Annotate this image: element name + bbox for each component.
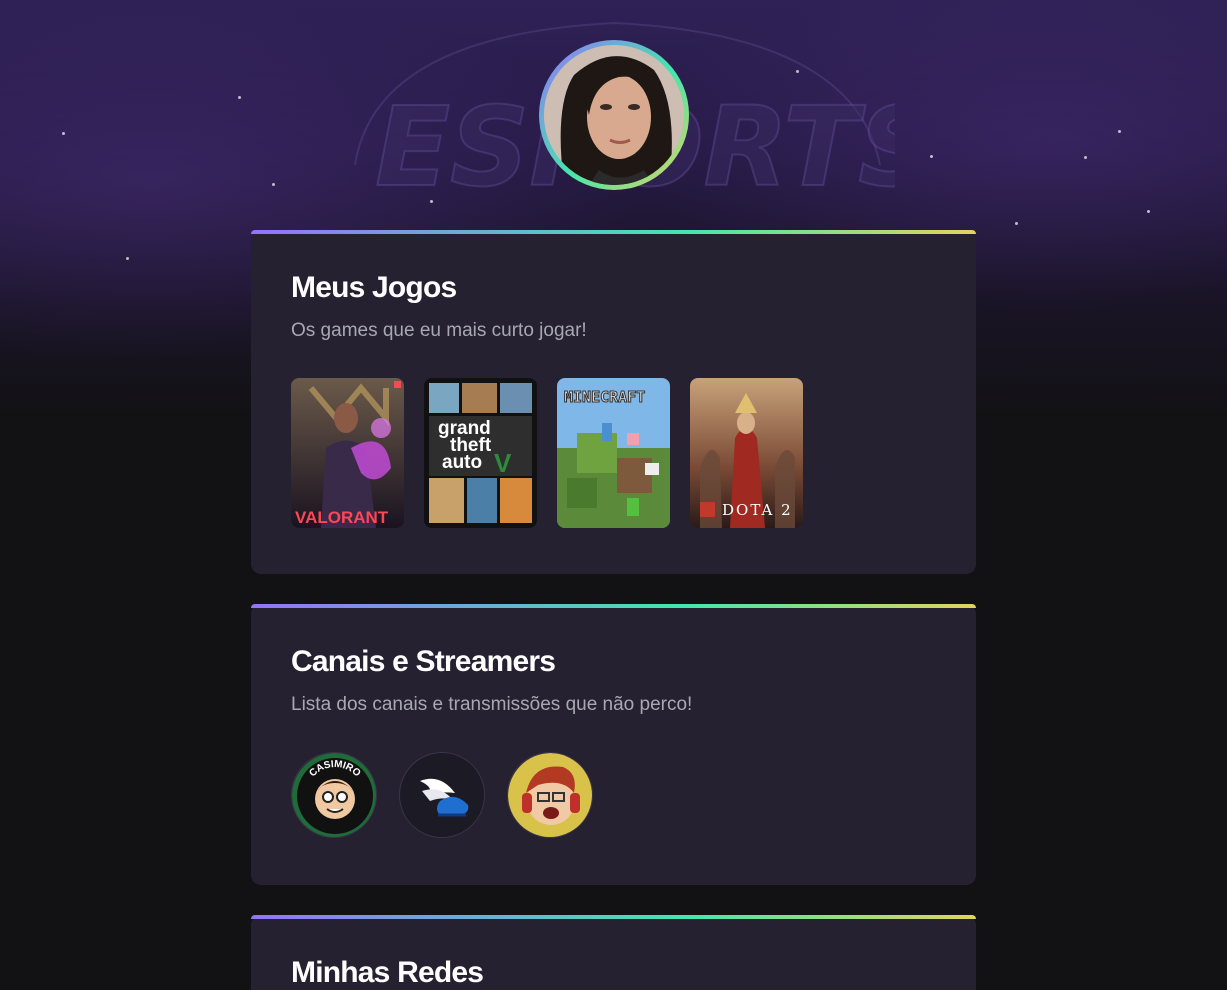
game-cover-minecraft[interactable]: MINECRAFT: [557, 378, 670, 528]
streamer-avatar-casimiro[interactable]: CASIMIRO: [291, 752, 377, 838]
networks-section: Minhas Redes: [251, 915, 976, 990]
dota-logo-text: DOTA 2: [722, 501, 793, 519]
games-list: VALORANT grand theft auto V MINECRAFT DO…: [291, 378, 936, 528]
streamers-title: Canais e Streamers: [291, 645, 556, 678]
game-cover-dota2[interactable]: DOTA 2: [690, 378, 803, 528]
game-cover-valorant[interactable]: VALORANT: [291, 378, 404, 528]
games-subtitle: Os games que eu mais curto jogar!: [291, 320, 587, 341]
streamer-avatar-winged-shoe[interactable]: [399, 752, 485, 838]
games-title: Meus Jogos: [291, 271, 457, 304]
svg-text:V: V: [494, 448, 512, 478]
streamers-list: CASIMIRO: [291, 752, 936, 838]
valorant-logo-text: VALORANT: [295, 508, 389, 527]
profile-avatar[interactable]: [539, 40, 689, 190]
networks-title: Minhas Redes: [291, 956, 484, 989]
streamer-avatar-gamer[interactable]: [507, 752, 593, 838]
svg-text:auto: auto: [442, 452, 482, 473]
streamers-subtitle: Lista dos canais e transmissões que não …: [291, 694, 693, 715]
minecraft-logo-text: MINECRAFT: [564, 388, 645, 406]
profile-photo: [544, 45, 684, 185]
streamers-section: Canais e Streamers Lista dos canais e tr…: [251, 604, 976, 885]
game-cover-gta[interactable]: grand theft auto V: [424, 378, 537, 528]
games-section: Meus Jogos Os games que eu mais curto jo…: [251, 230, 976, 574]
